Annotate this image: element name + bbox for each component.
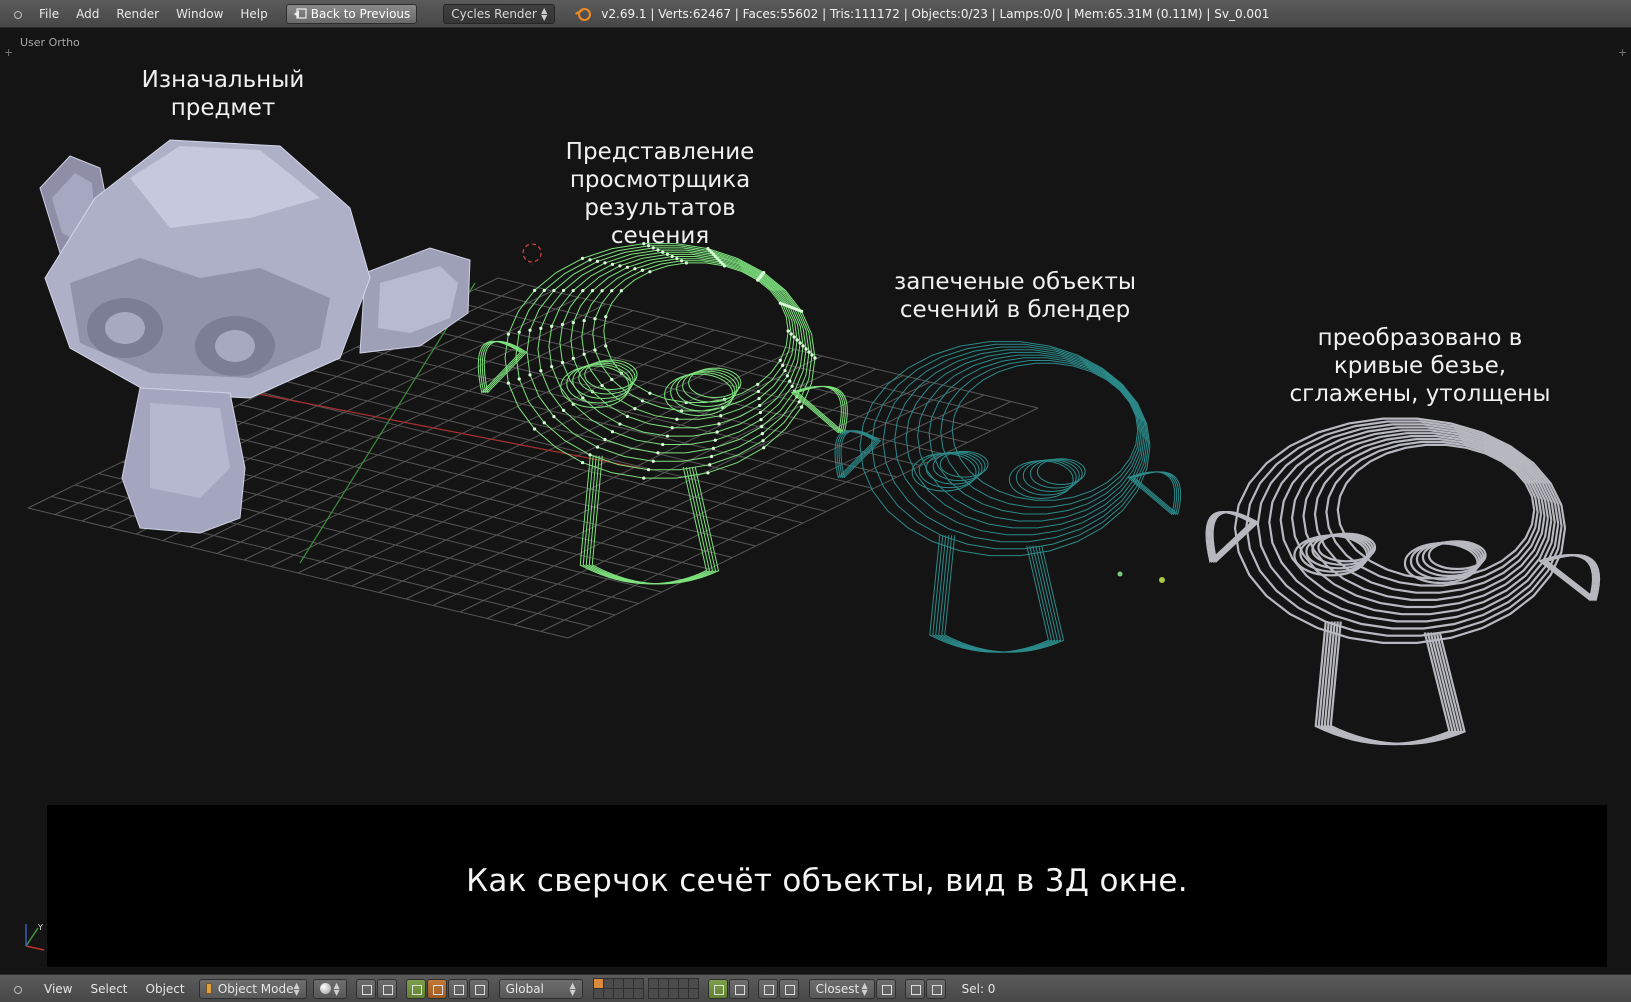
viewport-shading-select[interactable]: ▲ ▼ [312,978,347,999]
proportional-editing-icon[interactable] [728,978,749,999]
annotation-bezier-curves: преобразовано в кривые безье, сглажены, … [1289,325,1551,407]
bezier-curves-objects [1205,417,1601,746]
opengl-animation-icon[interactable] [925,978,946,999]
scene-stats: v2.69.1 | Verts:62467 | Faces:55602 | Tr… [601,6,1270,21]
snap-target-value: Closest [815,981,860,996]
editor-type-icon[interactable] [12,984,22,994]
back-to-previous-button[interactable]: Back to Previous [285,3,418,24]
translate-manipulator-icon[interactable] [405,978,426,999]
menu-add[interactable]: Add [76,7,99,21]
transform-orientation-value: Global [505,981,544,996]
annotation-baked-objects: запеченые объекты сечений в блендер [893,269,1137,323]
3d-viewport[interactable]: User Ortho + + Изначальный предмет Предс… [0,28,1631,974]
blender-logo-icon [575,6,592,22]
lamp-dot [1159,577,1165,583]
back-arrow-icon [293,7,307,19]
lamp-dot [1117,571,1123,577]
axis-gizmo-icon: Y [25,923,45,951]
align-rotation-icon[interactable] [875,978,896,999]
menu-file[interactable]: File [39,7,59,21]
dropdown-arrows-icon: ▲ ▼ [861,980,868,997]
interaction-mode-select[interactable]: Object Mode ▲ ▼ [198,978,307,999]
render-engine-value: Cycles Render [451,6,537,21]
render-engine-select[interactable]: Cycles Render ▲ ▼ [443,3,556,24]
transform-orientation-select[interactable]: Global ▲ ▼ [498,978,583,999]
menu-select[interactable]: Select [90,982,127,996]
original-monkey-mesh [39,139,471,534]
shading-sphere-icon [319,983,331,994]
header-collapse-icon[interactable] [12,9,22,19]
caption-banner: Как сверчок сечёт объекты, вид в 3Д окне… [47,805,1607,967]
annotation-original-object: Изначальный предмет [141,67,305,121]
object-cube-icon [205,983,212,994]
rotate-manipulator-icon[interactable] [426,978,447,999]
manipulator-toggle-icon[interactable] [376,978,397,999]
dropdown-arrows-icon: ▲ ▼ [569,980,576,997]
caption-text: Как сверчок сечёт объекты, вид в 3Д окне… [466,863,1188,899]
opengl-render-icon[interactable] [904,978,925,999]
menu-view[interactable]: View [44,982,72,996]
snap-element-icon[interactable] [778,978,799,999]
layer-lock-icon[interactable] [707,978,728,999]
snap-target-select[interactable]: Closest ▲ ▼ [808,978,875,999]
3d-view-header: View Select Object Object Mode ▲ ▼ ▲ ▼ Glo… [0,974,1631,1002]
dropdown-arrows-icon: ▲ ▼ [293,980,300,997]
interaction-mode-value: Object Mode [217,981,294,996]
menu-render[interactable]: Render [116,7,159,21]
svg-text:Y: Y [37,923,43,932]
menu-object[interactable]: Object [146,982,185,996]
scene-layers-grid-2[interactable] [647,978,699,999]
menu-help[interactable]: Help [240,7,267,21]
scene-layers-grid[interactable] [592,978,644,999]
baked-section-objects [834,341,1182,653]
annotation-viewer-output: Представление просмотрщика результатов с… [565,139,755,249]
snap-magnet-icon[interactable] [757,978,778,999]
selection-count: Sel: 0 [961,981,996,996]
dropdown-arrows-icon: ▲ ▼ [541,5,548,22]
info-header: File Add Render Window Help Back to Prev… [0,0,1631,28]
dropdown-arrows-icon: ▲ ▼ [333,980,340,997]
back-to-previous-label: Back to Previous [310,6,411,21]
menu-window[interactable]: Window [176,7,223,21]
pivot-point-icon[interactable] [355,978,376,999]
scale-manipulator-icon[interactable] [447,978,468,999]
transform-arrow-icon[interactable] [468,978,489,999]
